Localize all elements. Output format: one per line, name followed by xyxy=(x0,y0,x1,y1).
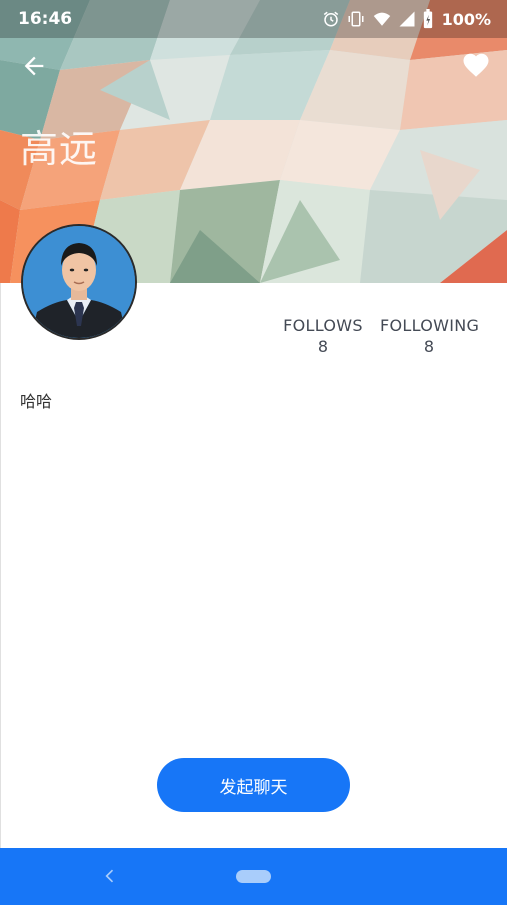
stat-following-label: FOLLOWING xyxy=(380,316,480,335)
wifi-icon xyxy=(373,12,390,26)
navigation-bar xyxy=(0,848,507,905)
start-chat-button[interactable]: 发起聊天 xyxy=(157,758,350,812)
chevron-left-icon xyxy=(105,869,114,883)
stat-follows[interactable]: FOLLOWS 8 xyxy=(283,316,363,356)
stat-follows-label: FOLLOWS xyxy=(283,316,363,335)
nav-back-button[interactable] xyxy=(100,866,120,886)
profile-bio: 哈哈 xyxy=(20,392,53,411)
arrow-back-icon xyxy=(24,56,44,76)
status-time: 16:46 xyxy=(18,9,73,29)
battery-percentage: 100% xyxy=(441,9,491,29)
profile-screen: 16:46 100% 高远 FOLLOWS 8 FOLLOWING 8 哈哈 发… xyxy=(0,0,507,905)
nav-home-button[interactable] xyxy=(236,870,271,883)
status-icons: 100% xyxy=(322,8,491,30)
avatar[interactable] xyxy=(21,224,137,340)
favorite-button[interactable] xyxy=(461,50,491,80)
profile-name: 高远 xyxy=(20,127,99,171)
battery-icon xyxy=(423,9,432,29)
content-divider xyxy=(0,283,1,848)
stat-following[interactable]: FOLLOWING 8 xyxy=(380,316,480,356)
stat-following-value: 8 xyxy=(423,337,435,356)
status-bar: 16:46 100% xyxy=(0,0,507,38)
back-button[interactable] xyxy=(20,52,48,80)
heart-icon xyxy=(463,53,489,77)
avatar-image xyxy=(23,226,135,338)
signal-icon xyxy=(399,11,415,27)
vibrate-icon xyxy=(348,11,364,27)
alarm-icon xyxy=(323,11,338,27)
stat-follows-value: 8 xyxy=(317,337,329,356)
